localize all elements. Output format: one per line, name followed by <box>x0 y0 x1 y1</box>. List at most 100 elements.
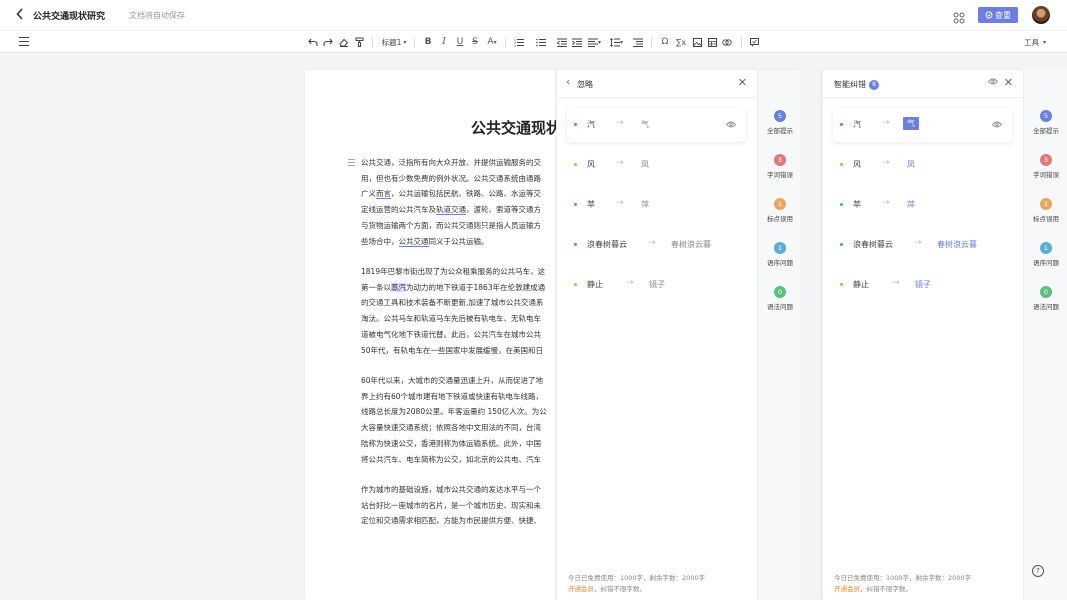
eye-icon[interactable] <box>725 121 737 130</box>
format-painter-icon[interactable] <box>353 35 365 49</box>
bullet-list-icon[interactable] <box>534 35 548 49</box>
help-icon[interactable]: ? <box>1032 565 1044 577</box>
correction-item[interactable]: 苹 → 萍 <box>833 188 1012 222</box>
svg-text:3: 3 <box>514 44 516 47</box>
suggested-word[interactable]: 萍 <box>641 199 649 210</box>
eye-icon[interactable] <box>991 121 1003 130</box>
usage-footer: 今日已免费使用：1000字，剩余字数：2000字 开通会员，纠错不限字数。 <box>568 573 705 595</box>
image-icon[interactable] <box>691 35 703 49</box>
correction-item[interactable]: 风 → 凤 <box>567 148 746 182</box>
original-word: 风 <box>853 160 861 169</box>
link-icon[interactable] <box>721 35 733 49</box>
category-label: 语序问题 <box>767 259 793 267</box>
arrow-right-icon: → <box>882 198 890 208</box>
category-punctuation[interactable]: 1 标点误用 <box>1024 198 1067 223</box>
paragraph-spacing-icon[interactable] <box>632 35 644 49</box>
suggested-word[interactable]: 春树浪云暮 <box>671 239 711 250</box>
grid-apps-icon[interactable] <box>953 9 965 24</box>
category-all[interactable]: 5 全部提示 <box>1024 110 1067 135</box>
suggested-word[interactable]: 镜子 <box>649 279 665 290</box>
comment-icon[interactable] <box>748 35 760 49</box>
correction-item[interactable]: 浪春树暮云 → 春树浪云暮 <box>567 228 746 262</box>
category-grammar[interactable]: 0 语法问题 <box>1024 286 1067 311</box>
arrow-right-icon: → <box>882 118 890 128</box>
category-all[interactable]: 5 全部提示 <box>758 110 802 135</box>
avatar[interactable] <box>1032 6 1050 24</box>
suggested-word[interactable]: 凤 <box>641 159 649 170</box>
toolbar-divider <box>741 37 742 48</box>
suggested-word[interactable]: 凤 <box>907 159 915 170</box>
chevron-down-icon: ▾ <box>493 38 497 46</box>
strikethrough-icon[interactable]: S <box>470 35 480 49</box>
italic-icon[interactable]: I <box>439 35 449 49</box>
category-word-error[interactable]: 3 字词错误 <box>1024 154 1067 179</box>
original-word: 风 <box>587 160 595 169</box>
correction-item[interactable]: 浪春树暮云 → 春树浪云暮 <box>833 228 1012 262</box>
panel-title: 智能纠错 <box>834 80 866 89</box>
flagged-word[interactable]: 而言 <box>376 189 391 200</box>
category-label: 字词错误 <box>1033 171 1059 179</box>
suggested-word[interactable]: 萍 <box>907 199 915 210</box>
bold-icon[interactable]: B <box>423 35 433 49</box>
align-icon[interactable]: ▾ <box>587 35 602 49</box>
category-label: 标点误用 <box>1033 215 1059 223</box>
paragraph-drag-handle-icon[interactable] <box>348 159 355 166</box>
severity-dot <box>840 163 843 166</box>
suggested-word[interactable]: 镜子 <box>915 279 931 290</box>
arrow-right-icon: → <box>882 158 890 168</box>
suggested-word[interactable]: 气 <box>641 119 649 130</box>
tools-menu[interactable]: 工具 ▾ <box>1020 35 1050 49</box>
underline-icon[interactable]: U <box>455 35 465 49</box>
correction-item[interactable]: 风 → 凤 <box>833 148 1012 182</box>
table-icon[interactable] <box>706 35 718 49</box>
category-punctuation[interactable]: 1 标点误用 <box>758 198 802 223</box>
eye-icon[interactable] <box>987 78 999 87</box>
outdent-icon[interactable] <box>556 35 568 49</box>
undo-icon[interactable] <box>307 35 319 49</box>
correction-item[interactable]: 汽 → 气 <box>833 108 1012 142</box>
flagged-word[interactable]: 轨道交通 <box>436 205 466 216</box>
check-duplicate-button[interactable]: 查重 <box>978 7 1018 23</box>
category-label: 全部提示 <box>1033 127 1059 135</box>
category-count: 1 <box>774 242 786 254</box>
correction-item[interactable]: 苹 → 萍 <box>567 188 746 222</box>
count-badge: 8 <box>869 80 879 90</box>
category-word-error[interactable]: 3 字词错误 <box>758 154 802 179</box>
heading-select[interactable]: 标题1 ▾ <box>380 35 408 49</box>
font-color-icon[interactable]: A ▾ <box>485 35 499 49</box>
category-count: 1 <box>1040 198 1052 210</box>
eraser-icon[interactable] <box>338 35 350 49</box>
suggested-word[interactable]: 气 <box>903 117 919 130</box>
category-word-order[interactable]: 1 语序问题 <box>1024 242 1067 267</box>
smart-correction-panel: 智能纠错 8 ✕ 汽 → 气 风 → 凤 苹 → 萍 浪春树暮云 → 春树浪云暮 … <box>822 70 1023 600</box>
vip-link[interactable]: 开通会员 <box>568 585 594 593</box>
line-spacing-icon[interactable]: ▾ <box>609 35 624 49</box>
ordered-list-icon[interactable]: 123 <box>512 35 526 49</box>
chevron-left-icon[interactable]: ‹ <box>566 77 570 88</box>
menu-icon[interactable] <box>19 37 29 46</box>
highlighted-word[interactable]: 蒸汽 <box>391 282 406 292</box>
correction-item[interactable]: 汽 → 气 <box>567 108 746 142</box>
indent-icon[interactable] <box>571 35 583 49</box>
close-icon[interactable]: ✕ <box>1004 76 1013 89</box>
chevron-left-icon[interactable] <box>16 8 24 23</box>
correction-item[interactable]: 静止 → 镜子 <box>567 268 746 302</box>
category-word-order[interactable]: 1 语序问题 <box>758 242 802 267</box>
correction-item[interactable]: 静止 → 镜子 <box>833 268 1012 302</box>
redo-icon[interactable] <box>322 35 334 49</box>
vip-link[interactable]: 开通会员 <box>834 585 860 593</box>
category-count: 3 <box>1040 154 1052 166</box>
special-char-icon[interactable]: Ω <box>659 35 671 49</box>
severity-dot <box>574 283 577 286</box>
arrow-right-icon: → <box>616 158 624 168</box>
original-word: 静止 <box>853 280 869 289</box>
close-icon[interactable]: ✕ <box>738 76 747 89</box>
chevron-down-icon: ▾ <box>1042 38 1046 46</box>
document-name[interactable]: 公共交通现状研究 <box>33 9 105 22</box>
suggested-word[interactable]: 春树浪云暮 <box>937 239 977 250</box>
flagged-word[interactable]: 公共交通 <box>398 236 429 247</box>
severity-dot <box>840 243 843 246</box>
category-grammar[interactable]: 0 语法问题 <box>758 286 802 311</box>
severity-dot <box>574 243 577 246</box>
formula-icon[interactable]: ∑x <box>674 35 688 49</box>
